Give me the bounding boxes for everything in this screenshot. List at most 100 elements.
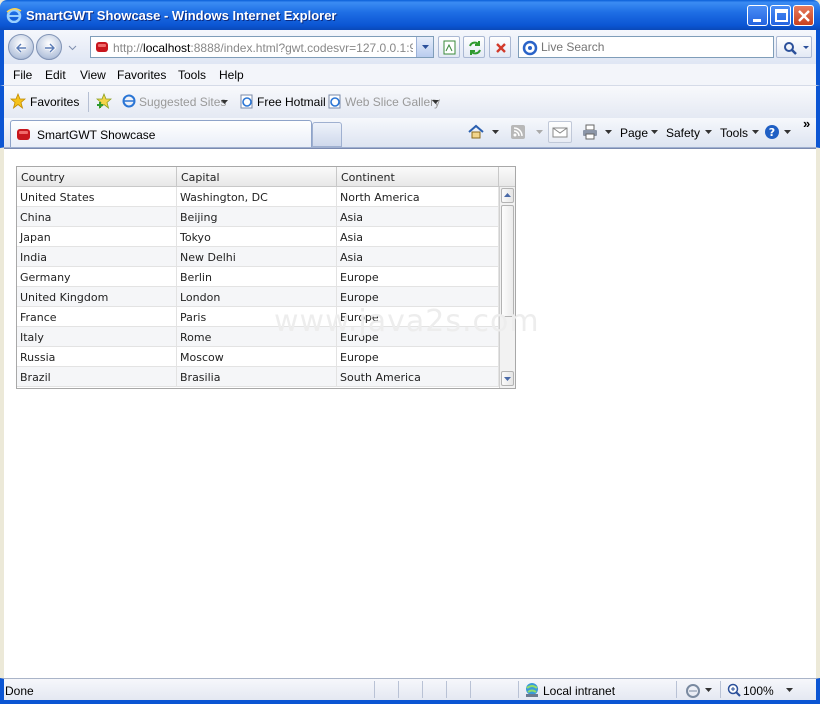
tools-menu[interactable]: Tools <box>720 126 748 140</box>
grid-scrollbar[interactable] <box>499 187 515 388</box>
column-header-continent[interactable]: Continent <box>337 167 499 187</box>
scroll-thumb[interactable] <box>501 205 514 317</box>
refresh-button[interactable] <box>463 36 485 58</box>
page-content: Country Capital Continent United States W… <box>4 148 816 678</box>
security-zone-text[interactable]: Local intranet <box>543 684 615 698</box>
forward-arrow-icon <box>45 42 57 54</box>
free-hotmail-link[interactable]: Free Hotmail <box>257 95 326 109</box>
cell-continent: Asia <box>337 227 499 247</box>
status-bar: Done Local intranet 100% <box>0 678 820 704</box>
safety-dropdown-icon[interactable] <box>705 130 712 134</box>
stop-button[interactable] <box>489 36 511 58</box>
search-field[interactable] <box>518 36 774 58</box>
magnifier-icon <box>784 42 809 55</box>
web-slice-gallery-link[interactable]: Web Slice Gallery <box>345 95 440 109</box>
ie-page-icon <box>240 94 253 109</box>
suggested-sites-link[interactable]: Suggested Sites <box>139 95 226 109</box>
maximize-button[interactable] <box>770 5 791 26</box>
web-slice-gallery-dropdown-icon[interactable] <box>432 100 439 104</box>
scroll-up-arrow-icon <box>504 193 511 197</box>
print-dropdown-icon[interactable] <box>605 130 612 134</box>
menu-edit[interactable]: Edit <box>45 68 66 82</box>
cell-country: United States <box>17 187 177 207</box>
table-row[interactable]: China Beijing Asia <box>17 207 499 227</box>
suggested-sites-dropdown-icon[interactable] <box>221 100 228 104</box>
status-divider <box>676 681 677 698</box>
print-icon[interactable] <box>581 123 599 141</box>
search-button[interactable] <box>776 36 812 58</box>
back-arrow-icon <box>14 42 26 54</box>
more-commands-button[interactable]: » <box>803 116 810 131</box>
cell-country: Germany <box>17 267 177 287</box>
history-dropdown-icon[interactable] <box>68 43 77 52</box>
feeds-icon[interactable] <box>509 123 527 141</box>
safety-menu[interactable]: Safety <box>666 126 700 140</box>
help-icon[interactable]: ? <box>763 123 781 141</box>
site-favicon-icon <box>96 42 108 52</box>
cell-continent: North America <box>337 187 499 207</box>
read-mail-button[interactable] <box>548 121 572 143</box>
watermark: www.java2s.com <box>274 304 540 339</box>
menu-bar: File Edit View Favorites Tools Help <box>0 64 820 86</box>
close-window-button[interactable] <box>793 5 814 26</box>
cell-country: France <box>17 307 177 327</box>
zoom-level[interactable]: 100% <box>743 684 774 698</box>
column-header-country[interactable]: Country <box>17 167 177 187</box>
table-row[interactable]: India New Delhi Asia <box>17 247 499 267</box>
tools-dropdown-icon[interactable] <box>752 130 759 134</box>
menu-file[interactable]: File <box>13 68 32 82</box>
menu-tools[interactable]: Tools <box>178 68 206 82</box>
new-tab-button[interactable] <box>312 122 342 147</box>
favorites-star-icon <box>10 93 26 109</box>
table-row[interactable]: Brazil Brasilia South America <box>17 367 499 387</box>
protected-mode-dropdown-icon[interactable] <box>705 688 712 692</box>
column-header-capital[interactable]: Capital <box>177 167 337 187</box>
cell-capital: Brasilia <box>177 367 337 387</box>
protected-mode-icon[interactable] <box>684 682 702 699</box>
tab-smartgwt-showcase[interactable]: SmartGWT Showcase <box>10 120 312 147</box>
compatibility-view-button[interactable] <box>438 36 460 58</box>
menu-help[interactable]: Help <box>219 68 244 82</box>
ie-page-icon <box>328 94 341 109</box>
minimize-button[interactable] <box>747 5 768 26</box>
menu-view[interactable]: View <box>80 68 106 82</box>
status-divider <box>422 681 423 698</box>
grid-body: United States Washington, DC North America… <box>17 187 499 388</box>
back-button[interactable] <box>8 34 34 60</box>
add-to-favorites-icon[interactable] <box>96 93 112 109</box>
cell-continent: South America <box>337 367 499 387</box>
chevron-down-icon <box>422 45 429 49</box>
favorites-separator <box>88 92 89 112</box>
table-row[interactable]: United States Washington, DC North America <box>17 187 499 207</box>
zoom-dropdown-icon[interactable] <box>786 688 793 692</box>
home-icon[interactable] <box>467 123 485 141</box>
table-row[interactable]: Germany Berlin Europe <box>17 267 499 287</box>
cell-capital: Beijing <box>177 207 337 227</box>
favorites-bar: Favorites Suggested Sites Free Hotmail W… <box>0 86 820 118</box>
site-favicon-icon <box>17 129 30 140</box>
scroll-up-button[interactable] <box>501 188 514 203</box>
scroll-down-button[interactable] <box>501 371 514 386</box>
local-intranet-icon <box>526 683 538 697</box>
table-row[interactable]: Japan Tokyo Asia <box>17 227 499 247</box>
url-dropdown-button[interactable] <box>416 37 433 57</box>
tab-label: SmartGWT Showcase <box>37 128 156 142</box>
forward-button[interactable] <box>36 34 62 60</box>
feeds-dropdown-icon[interactable] <box>536 130 543 134</box>
tab-row: SmartGWT Showcase Page Safety Tools ? » <box>0 116 820 148</box>
help-dropdown-icon[interactable] <box>784 130 791 134</box>
status-divider <box>470 681 471 698</box>
url-text: http://localhost:8888/index.html?gwt.cod… <box>113 41 413 55</box>
menu-favorites[interactable]: Favorites <box>117 68 166 82</box>
page-dropdown-icon[interactable] <box>651 130 658 134</box>
url-field[interactable]: http://localhost:8888/index.html?gwt.cod… <box>90 36 434 58</box>
favorites-button[interactable]: Favorites <box>30 95 79 109</box>
cell-country: United Kingdom <box>17 287 177 307</box>
page-menu[interactable]: Page <box>620 126 648 140</box>
status-divider <box>720 681 721 698</box>
cell-country: India <box>17 247 177 267</box>
home-dropdown-icon[interactable] <box>492 130 499 134</box>
ie-logo-icon <box>6 8 22 23</box>
search-input[interactable] <box>541 39 769 55</box>
table-row[interactable]: Russia Moscow Europe <box>17 347 499 367</box>
